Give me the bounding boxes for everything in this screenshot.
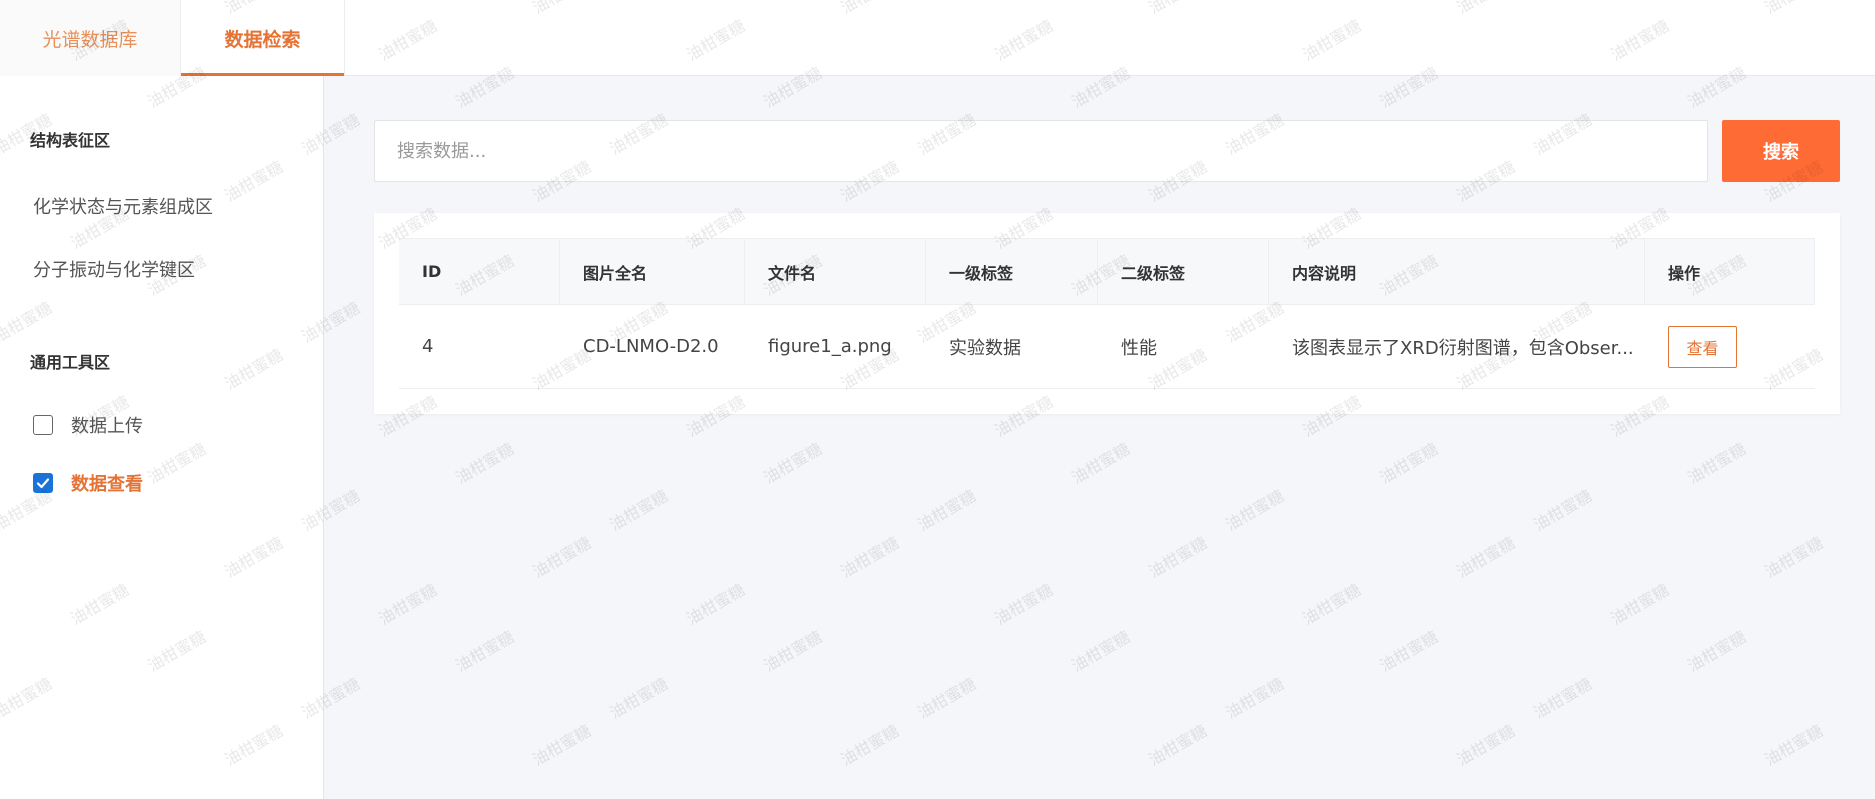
header-tag2: 二级标签 bbox=[1098, 239, 1269, 304]
watermark-text: 油柑蜜糖 bbox=[1607, 580, 1673, 629]
watermark-text: 油柑蜜糖 bbox=[1222, 674, 1288, 723]
watermark-text: 油柑蜜糖 bbox=[375, 580, 441, 629]
sidebar-item-molecular-vibration[interactable]: 分子振动与化学键区 bbox=[33, 256, 195, 282]
sidebar-item-chemical-state[interactable]: 化学状态与元素组成区 bbox=[33, 193, 213, 219]
cell-tag1: 实验数据 bbox=[949, 337, 1021, 359]
watermark-text: 油柑蜜糖 bbox=[452, 627, 518, 676]
watermark-text: 油柑蜜糖 bbox=[1453, 533, 1519, 582]
search-input[interactable] bbox=[374, 120, 1708, 182]
header-action: 操作 bbox=[1645, 239, 1815, 304]
watermark-text: 油柑蜜糖 bbox=[683, 580, 749, 629]
watermark-text: 油柑蜜糖 bbox=[452, 439, 518, 488]
cell-filename: figure1_a.png bbox=[768, 336, 892, 357]
watermark-text: 油柑蜜糖 bbox=[1068, 439, 1134, 488]
watermark-text: 油柑蜜糖 bbox=[760, 439, 826, 488]
watermark-text: 油柑蜜糖 bbox=[606, 674, 672, 723]
watermark-text: 油柑蜜糖 bbox=[914, 674, 980, 723]
watermark-text: 油柑蜜糖 bbox=[1376, 627, 1442, 676]
data-view-label: 数据查看 bbox=[71, 474, 143, 495]
watermark-text: 油柑蜜糖 bbox=[1684, 627, 1750, 676]
checkbox-data-upload[interactable] bbox=[33, 415, 53, 435]
watermark-text: 油柑蜜糖 bbox=[529, 533, 595, 582]
watermark-text: 油柑蜜糖 bbox=[914, 486, 980, 535]
cell-tag2: 性能 bbox=[1121, 337, 1157, 359]
cell-description: 该图表显示了XRD衍射图谱，包含Obser... bbox=[1292, 337, 1634, 359]
header-tag1: 一级标签 bbox=[926, 239, 1098, 304]
data-upload-label: 数据上传 bbox=[71, 416, 143, 437]
cell-id: 4 bbox=[422, 336, 434, 357]
tab-data-search[interactable]: 数据检索 bbox=[181, 0, 345, 76]
watermark-text: 油柑蜜糖 bbox=[1761, 721, 1827, 770]
watermark-text: 油柑蜜糖 bbox=[1068, 627, 1134, 676]
section-title-tools: 通用工具区 bbox=[30, 353, 111, 372]
header-filename: 文件名 bbox=[745, 239, 926, 304]
watermark-text: 油柑蜜糖 bbox=[837, 533, 903, 582]
watermark-text: 油柑蜜糖 bbox=[1145, 533, 1211, 582]
checkbox-data-view[interactable] bbox=[33, 473, 53, 493]
view-button[interactable]: 查看 bbox=[1668, 325, 1737, 368]
results-table: ID 图片全名 文件名 一级标签 二级标签 内容说明 操作 4 CD-LNMO-… bbox=[399, 238, 1815, 389]
watermark-text: 油柑蜜糖 bbox=[1530, 674, 1596, 723]
watermark-text: 油柑蜜糖 bbox=[1684, 439, 1750, 488]
watermark-text: 油柑蜜糖 bbox=[1299, 580, 1365, 629]
watermark-text: 油柑蜜糖 bbox=[760, 627, 826, 676]
results-card: ID 图片全名 文件名 一级标签 二级标签 内容说明 操作 4 CD-LNMO-… bbox=[374, 213, 1840, 414]
watermark-text: 油柑蜜糖 bbox=[837, 721, 903, 770]
watermark-text: 油柑蜜糖 bbox=[1376, 439, 1442, 488]
table-header-row: ID 图片全名 文件名 一级标签 二级标签 内容说明 操作 bbox=[399, 238, 1815, 305]
sidebar-item-data-upload[interactable]: 数据上传 bbox=[33, 412, 143, 438]
watermark-text: 油柑蜜糖 bbox=[1222, 486, 1288, 535]
header-id: ID bbox=[399, 239, 560, 304]
watermark-text: 油柑蜜糖 bbox=[1530, 486, 1596, 535]
cell-action: 查看 bbox=[1645, 305, 1815, 388]
watermark-text: 油柑蜜糖 bbox=[991, 580, 1057, 629]
tab-spectral-database[interactable]: 光谱数据库 bbox=[0, 0, 181, 76]
section-title-structure: 结构表征区 bbox=[30, 131, 111, 150]
search-button[interactable]: 搜索 bbox=[1722, 120, 1840, 182]
app-root: 光谱数据库 数据检索 结构表征区 化学状态与元素组成区 分子振动与化学键区 通用… bbox=[0, 0, 1875, 799]
cell-full-name: CD-LNMO-D2.0 bbox=[583, 336, 719, 357]
watermark-text: 油柑蜜糖 bbox=[606, 486, 672, 535]
sidebar-item-data-view[interactable]: 数据查看 bbox=[33, 470, 143, 496]
watermark-text: 油柑蜜糖 bbox=[529, 721, 595, 770]
table-row: 4 CD-LNMO-D2.0 figure1_a.png 实验数据 性能 该图表… bbox=[399, 305, 1815, 389]
watermark-text: 油柑蜜糖 bbox=[1453, 721, 1519, 770]
checkmark-icon bbox=[36, 478, 50, 489]
watermark-text: 油柑蜜糖 bbox=[1145, 721, 1211, 770]
header-description: 内容说明 bbox=[1269, 239, 1645, 304]
watermark-text: 油柑蜜糖 bbox=[1761, 533, 1827, 582]
top-tab-bar: 光谱数据库 数据检索 bbox=[0, 0, 1875, 76]
sidebar: 结构表征区 化学状态与元素组成区 分子振动与化学键区 通用工具区 数据上传 数据… bbox=[0, 76, 324, 799]
header-full-name: 图片全名 bbox=[560, 239, 745, 304]
